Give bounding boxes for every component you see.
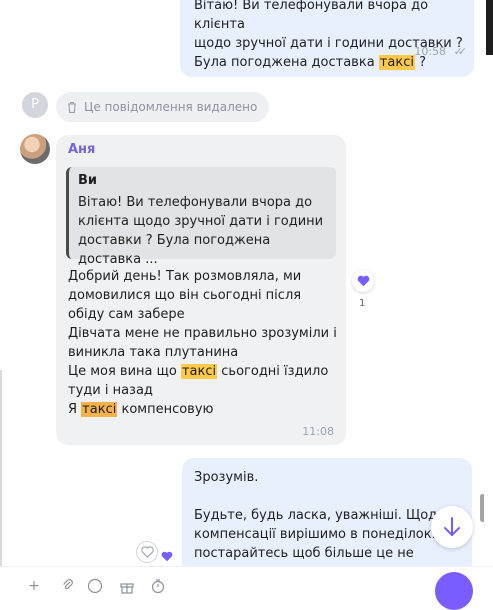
message-line: Будьте, будь ласка, уважніші. Щодо компе…	[194, 508, 446, 561]
plus-icon[interactable]: +	[26, 578, 42, 594]
trash-icon	[66, 101, 78, 114]
message-line: Це моя вина що	[68, 364, 181, 379]
double-check-icon: ✓✓	[453, 45, 468, 58]
quote-author: Ви	[78, 173, 98, 188]
message-line: Була погоджена доставка	[194, 55, 379, 70]
message-meta: 10:58 ✓✓	[414, 42, 468, 61]
message-text: Зрозумів. Будьте, будь ласка, уважніші. …	[194, 468, 466, 563]
message-line: Дівчата мене не правильно зрозуміли і ви…	[68, 326, 337, 360]
chat-area: Вітаю! Ви телефонували вчора до клієнта …	[0, 0, 484, 566]
quote-text: Вітаю! Ви телефонували вчора до клієнта …	[78, 195, 324, 267]
gift-icon[interactable]	[119, 578, 135, 594]
message-line: компенсовую	[117, 402, 214, 417]
incoming-message[interactable]: Аня Ви Вітаю! Ви телефонували вчора до к…	[56, 135, 346, 445]
avatar[interactable]: Р	[22, 92, 48, 118]
quoted-message[interactable]: Ви Вітаю! Ви телефонували вчора до клієн…	[66, 167, 336, 267]
timer-icon[interactable]	[150, 578, 166, 594]
search-highlight: таксі	[180, 364, 218, 379]
avatar[interactable]	[20, 134, 50, 164]
heart-outline-icon[interactable]	[136, 541, 158, 563]
message-line: Добрий день! Так розмовляла, ми домовили…	[68, 269, 302, 322]
window-edge	[486, 0, 493, 55]
divider	[0, 370, 2, 590]
outgoing-message[interactable]: Зрозумів. Будьте, будь ласка, уважніші. …	[182, 458, 472, 566]
message-line: Вітаю! Ви телефонували вчора до клієнта	[194, 0, 429, 32]
search-highlight: таксі	[378, 55, 415, 70]
heart-icon[interactable]	[352, 270, 374, 292]
scrollbar[interactable]	[480, 494, 484, 522]
message-text: Добрий день! Так розмовляла, ми домовили…	[68, 267, 340, 419]
message-time: 11:08	[302, 425, 334, 438]
attach-icon[interactable]	[60, 578, 76, 594]
deleted-label: Це повідомлення видалено	[84, 100, 258, 114]
reaction-count: 1	[359, 298, 366, 309]
message-line: Я	[68, 402, 82, 417]
search-highlight: таксі	[81, 402, 118, 417]
send-button[interactable]	[435, 572, 473, 610]
message-line: Зрозумів.	[194, 470, 259, 485]
message-text: Вітаю! Ви телефонували вчора до клієнта …	[194, 0, 464, 72]
deleted-message: Це повідомлення видалено	[56, 92, 270, 122]
sender-name[interactable]: Аня	[68, 142, 95, 157]
emoji-icon[interactable]	[87, 578, 103, 594]
outgoing-message[interactable]: Вітаю! Ви телефонували вчора до клієнта …	[180, 0, 474, 77]
heart-icon[interactable]	[161, 547, 173, 566]
arrow-down-icon[interactable]	[431, 506, 473, 548]
message-time: 10:58	[414, 45, 447, 58]
